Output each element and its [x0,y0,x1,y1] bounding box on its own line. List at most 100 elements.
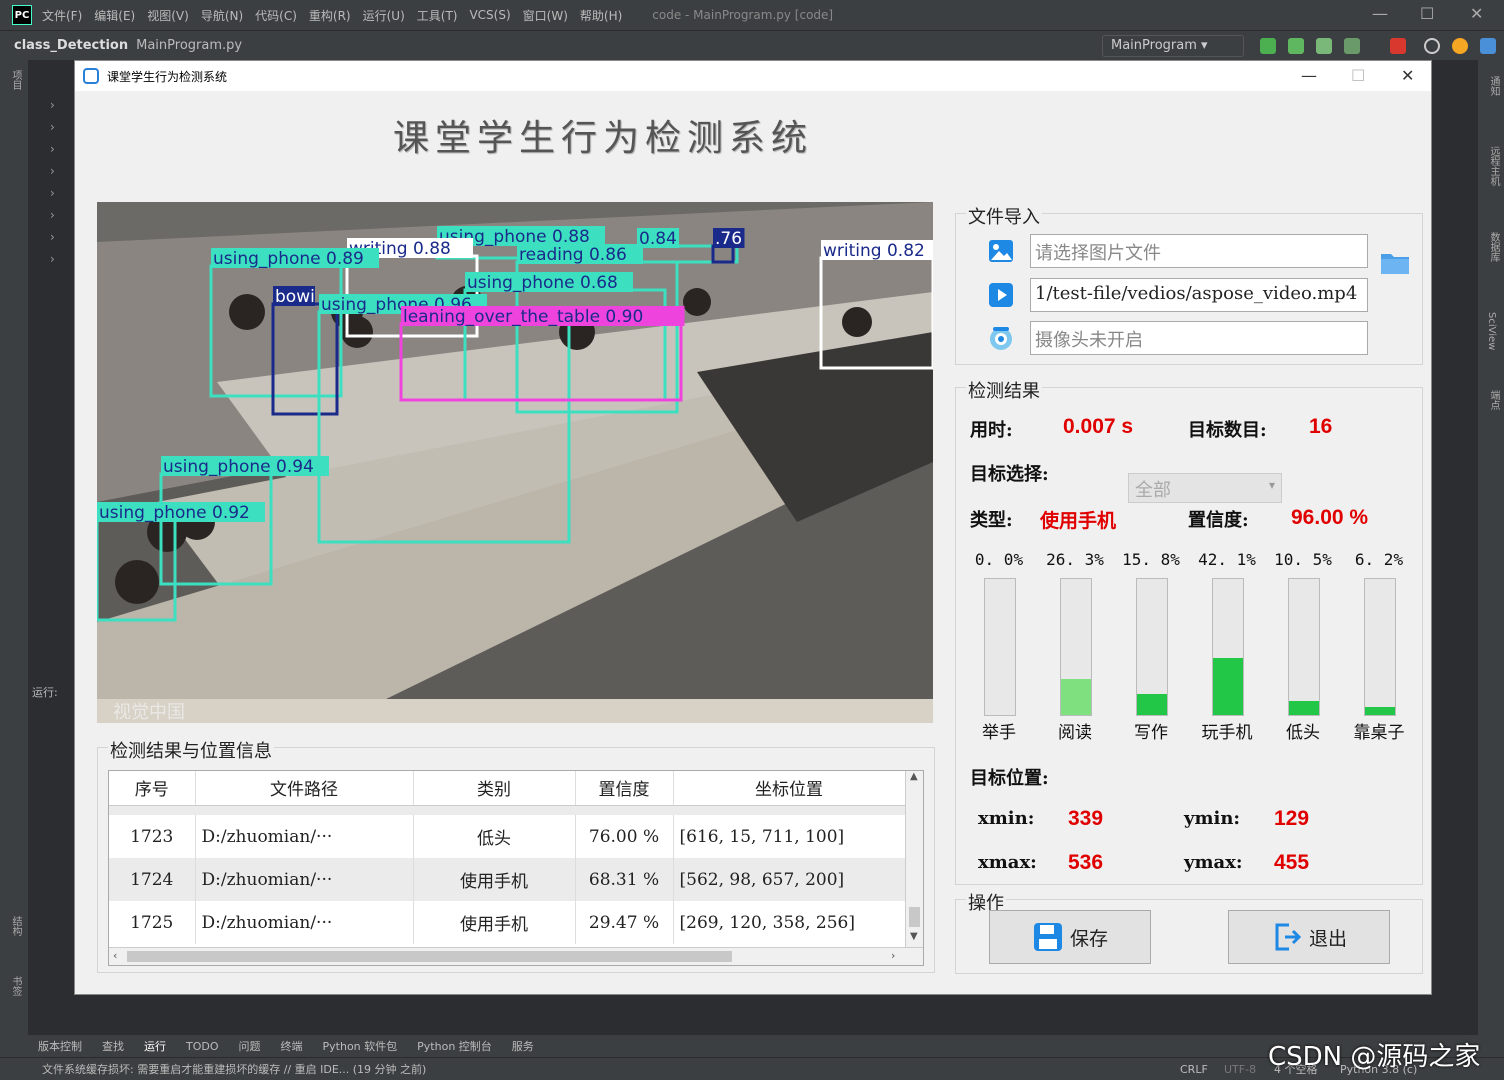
endpoints-tab[interactable]: 端点 [1486,390,1501,410]
plugin-icon[interactable] [1480,38,1496,54]
ymax-value: 455 [1274,851,1310,874]
tab-python-packages[interactable]: Python 软件包 [323,1038,398,1054]
detection-results-title: 检测结果 [966,377,1042,403]
class-bar-2: 15. 8% 写作 [1116,550,1186,743]
table-horizontal-scrollbar[interactable]: ‹ › [109,947,923,965]
tab-find[interactable]: 查找 [102,1038,124,1054]
horizontal-scroll-thumb[interactable] [127,951,732,962]
menu-view[interactable]: 视图(V) [147,7,189,24]
search-icon[interactable] [1424,38,1440,54]
table-cell: [562, 98, 657, 200] [673,858,906,901]
scroll-up-icon[interactable]: ▲ [910,771,918,782]
tree-chevron-icon[interactable]: › [50,164,55,178]
table-row[interactable]: 1725 D:/zhuomian/··· 使用手机 29.47 % [269, 120,… [109,901,906,944]
scroll-right-icon[interactable]: › [891,949,895,962]
project-tab[interactable]: 项目 [8,70,23,90]
tree-chevron-icon[interactable]: › [50,120,55,134]
tab-version-control[interactable]: 版本控制 [38,1038,82,1054]
tree-chevron-icon[interactable]: › [50,142,55,156]
exit-button[interactable]: 退出 [1228,910,1390,964]
tree-chevron-icon[interactable]: › [50,98,55,112]
menu-window[interactable]: 窗口(W) [523,7,568,24]
app-heading: 课堂学生行为检测系统 [393,118,814,159]
image-icon[interactable] [988,238,1014,264]
database-tab[interactable]: 数据库 [1486,232,1501,262]
tab-problems[interactable]: 问题 [239,1038,261,1054]
table-vertical-scrollbar[interactable]: ▲ ▼ [905,771,923,948]
class-bar-percent: 15. 8% [1122,550,1180,569]
run-config-select[interactable]: MainProgram ▾ [1102,35,1244,57]
app-close-icon[interactable]: ✕ [1401,66,1414,85]
save-icon [1033,923,1062,951]
table-row[interactable]: 1723 D:/zhuomian/··· 低头 76.00 % [616, 15, 71… [109,815,906,858]
notifications-tab[interactable]: 通知 [1486,76,1501,96]
stop-icon[interactable] [1390,38,1406,54]
breadcrumb-file[interactable]: MainProgram.py [136,38,242,53]
menu-edit[interactable]: 编辑(E) [94,7,135,24]
run-config-label: MainProgram [1111,38,1197,53]
status-line-ending[interactable]: CRLF [1180,1063,1208,1076]
xmin-label: xmin: [978,808,1035,829]
ide-minimize-icon[interactable]: — [1372,4,1388,23]
project-tree: › › › › › › › › 运行: [28,60,74,1035]
ide-navbar: class_Detection MainProgram.py MainProgr… [0,30,1504,60]
detection-box [209,264,343,398]
remote-host-tab[interactable]: 远程主机 [1486,146,1501,186]
tab-todo[interactable]: TODO [186,1040,219,1053]
rerun-icon[interactable] [1260,38,1276,54]
vertical-scroll-thumb[interactable] [909,907,920,927]
ide-close-icon[interactable]: ✕ [1470,4,1483,23]
menu-navigate[interactable]: 导航(N) [201,7,243,24]
tab-run[interactable]: 运行 [144,1038,166,1054]
camera-status-input[interactable]: 摄像头未开启 [1030,321,1368,355]
bookmarks-tab[interactable]: 书签 [8,976,23,996]
menu-code[interactable]: 代码(C) [255,7,297,24]
coverage-icon[interactable] [1316,38,1332,54]
menu-tools[interactable]: 工具(T) [417,7,458,24]
video-icon[interactable] [988,282,1014,308]
image-file-input[interactable]: 请选择图片文件 [1030,234,1368,268]
tab-services[interactable]: 服务 [512,1038,534,1054]
tree-chevron-icon[interactable]: › [50,252,55,266]
camera-icon[interactable] [988,325,1014,351]
tree-chevron-icon[interactable]: › [50,208,55,222]
tree-chevron-icon[interactable]: › [50,230,55,244]
status-message[interactable]: 文件系统缓存损坏: 需要重启才能重建损坏的缓存 // 重启 IDE... (19… [42,1061,426,1077]
target-select[interactable]: 全部 ▾ [1128,473,1282,503]
class-bar-track [1136,578,1168,716]
update-icon[interactable] [1452,38,1468,54]
debug-icon[interactable] [1288,38,1304,54]
class-bar-fill [1061,679,1091,715]
folder-open-icon[interactable] [1380,249,1410,275]
status-encoding[interactable]: UTF-8 [1224,1063,1256,1076]
video-file-input[interactable]: 1/test-file/vedios/aspose_video.mp4 [1030,278,1368,312]
table-row-partial[interactable] [109,805,906,815]
ide-left-toolbar: 项目 结构 书签 [0,60,28,1035]
menu-vcs[interactable]: VCS(S) [469,8,510,22]
menu-run[interactable]: 运行(U) [363,7,405,24]
table-row[interactable]: 1724 D:/zhuomian/··· 使用手机 68.31 % [562, 98, … [109,858,906,901]
tree-chevron-icon[interactable]: › [50,186,55,200]
scroll-down-icon[interactable]: ▼ [910,931,918,942]
sciview-tab[interactable]: SciView [1486,312,1497,350]
structure-tab[interactable]: 结构 [8,916,23,936]
ide-maximize-icon[interactable]: ☐ [1420,4,1434,23]
tab-python-console[interactable]: Python 控制台 [417,1038,492,1054]
scroll-left-icon[interactable]: ‹ [113,949,117,962]
profile-icon[interactable] [1344,38,1360,54]
col-header-class[interactable]: 类别 [413,771,576,806]
col-header-bbox[interactable]: 坐标位置 [673,771,906,806]
ide-right-panel: 通知 远程主机 数据库 SciView 端点 [1432,60,1504,1035]
col-header-confidence[interactable]: 置信度 [575,771,674,806]
menu-help[interactable]: 帮助(H) [580,7,622,24]
app-maximize-icon[interactable]: ☐ [1351,66,1365,85]
save-button[interactable]: 保存 [989,910,1151,964]
breadcrumb-project[interactable]: class_Detection [14,38,128,53]
tab-terminal[interactable]: 终端 [281,1038,303,1054]
col-header-index[interactable]: 序号 [109,771,196,806]
run-panel-label: 运行: [32,686,58,699]
app-minimize-icon[interactable]: — [1301,66,1317,85]
col-header-path[interactable]: 文件路径 [195,771,414,806]
menu-refactor[interactable]: 重构(R) [309,7,351,24]
menu-file[interactable]: 文件(F) [42,7,82,24]
